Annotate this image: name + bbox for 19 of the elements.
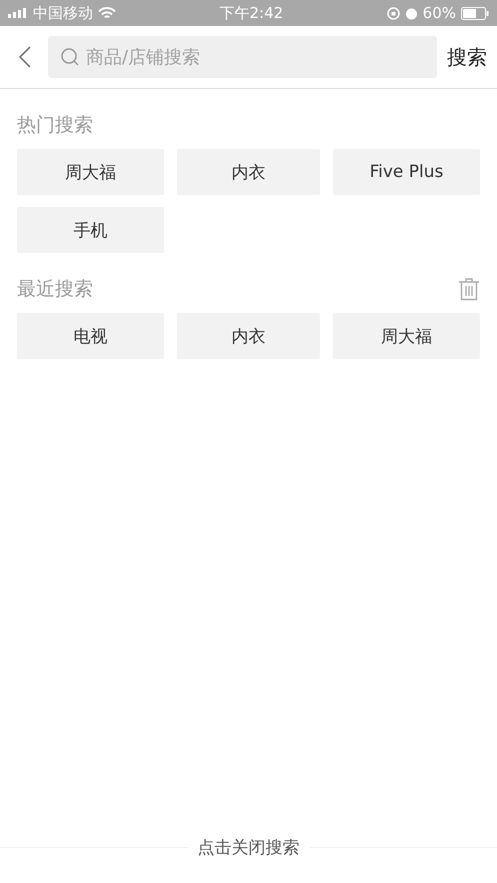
section-title: 热门搜索 [17, 113, 93, 138]
search-tag[interactable]: 周大福 [333, 313, 480, 359]
search-field[interactable]: 商品/店铺搜索 [48, 36, 437, 78]
carrier-name: 中国移动 [33, 4, 93, 22]
wifi-icon [98, 6, 116, 20]
search-button[interactable]: 搜索 [437, 36, 497, 78]
search-tag[interactable]: 电视 [17, 313, 164, 359]
search-tag[interactable]: 内衣 [177, 149, 320, 195]
section-title: 最近搜索 [17, 277, 93, 302]
signal-icon [8, 8, 28, 18]
back-icon[interactable] [18, 45, 32, 69]
search-tag[interactable]: 内衣 [177, 313, 320, 359]
battery-percent: 60% [422, 4, 456, 22]
search-tag[interactable]: 手机 [17, 207, 164, 253]
search-tag[interactable]: Five Plus [333, 149, 480, 195]
search-tag[interactable]: 周大福 [17, 149, 164, 195]
status-time: 下午2:42 [219, 4, 284, 22]
battery-icon [461, 6, 489, 20]
trash-icon[interactable] [458, 277, 480, 301]
